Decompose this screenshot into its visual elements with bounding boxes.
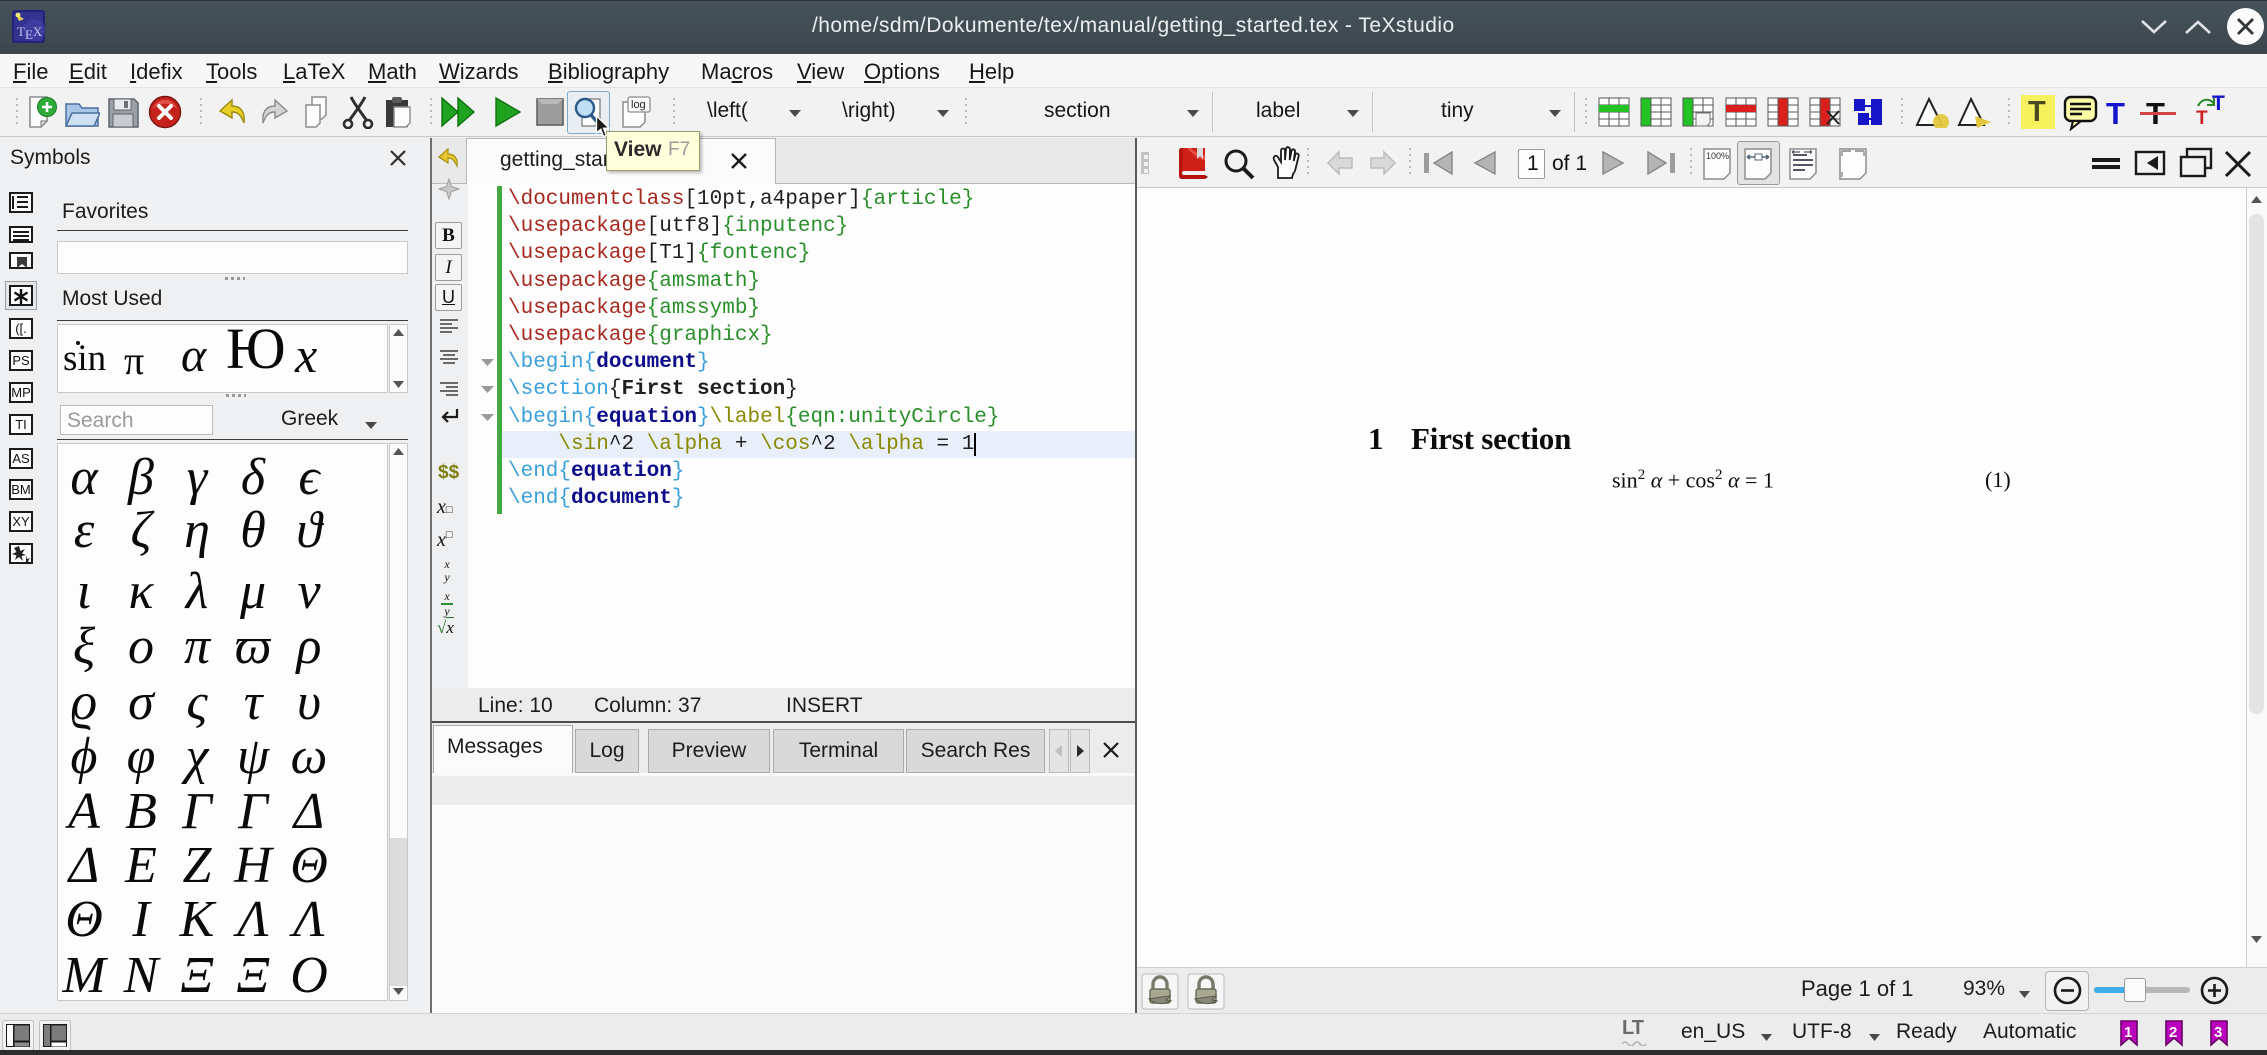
svg-text:100%: 100%: [1706, 151, 1729, 161]
svg-text:2: 2: [2169, 1024, 2177, 1041]
svg-text:log: log: [631, 99, 646, 111]
svg-text:1: 1: [2124, 1024, 2132, 1041]
svg-text:3: 3: [2214, 1024, 2222, 1041]
